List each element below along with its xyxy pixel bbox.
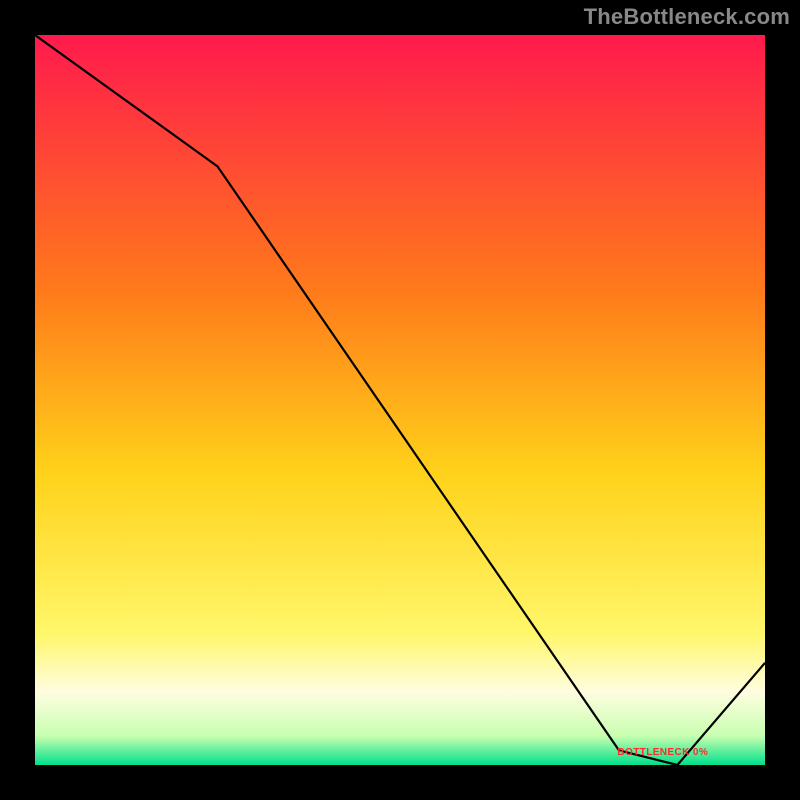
plot-area: BOTTLENECK 0% xyxy=(35,35,765,765)
watermark-text: TheBottleneck.com xyxy=(584,4,790,30)
bottleneck-label: BOTTLENECK 0% xyxy=(617,747,708,758)
chart-frame: TheBottleneck.com BOTTLENECK 0% xyxy=(0,0,800,800)
curve-line xyxy=(35,35,765,765)
